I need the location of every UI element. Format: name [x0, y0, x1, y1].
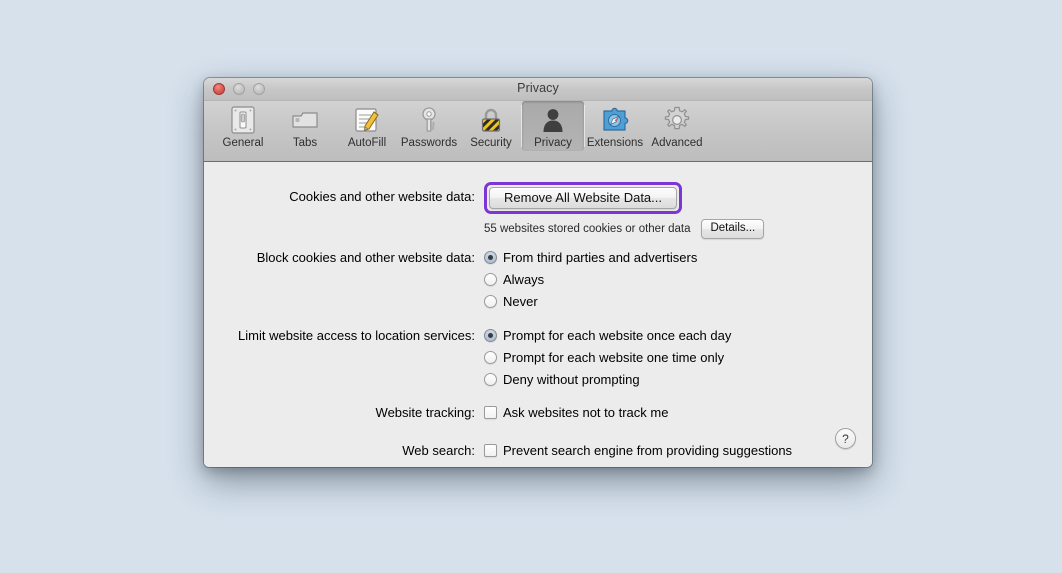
radio-indicator: [484, 350, 497, 364]
block-cookies-radio-group: From third parties and advertisers Alway…: [484, 246, 697, 312]
toolbar-label-passwords: Passwords: [400, 137, 458, 149]
radio-block-always[interactable]: Always: [484, 268, 697, 290]
label-website-tracking: Website tracking:: [375, 405, 475, 420]
preferences-toolbar: General Tabs AutoFill Passwords Security…: [204, 101, 872, 162]
person-icon: [537, 104, 569, 136]
radio-indicator: [484, 250, 497, 264]
toolbar-label-privacy: Privacy: [534, 137, 572, 149]
web-search-controls: Prevent search engine from providing sug…: [484, 439, 792, 461]
toolbar-label-security: Security: [470, 137, 512, 149]
help-button[interactable]: ?: [835, 428, 856, 449]
label-location-services: Limit website access to location service…: [238, 328, 475, 343]
label-web-search: Web search:: [402, 443, 475, 458]
privacy-settings-pane: Cookies and other website data: Remove A…: [204, 162, 872, 467]
toolbar-label-autofill: AutoFill: [347, 137, 387, 149]
pencil-form-icon: [351, 104, 383, 136]
radio-label: Never: [503, 293, 538, 309]
toolbar-item-general[interactable]: General: [212, 101, 274, 151]
label-cookies: Cookies and other website data:: [289, 189, 475, 204]
row-cookies: Cookies and other website data: Remove A…: [236, 182, 765, 239]
toolbar-label-extensions: Extensions: [586, 137, 644, 149]
radio-indicator: [484, 294, 497, 308]
radio-location-once-each-day[interactable]: Prompt for each website once each day: [484, 324, 731, 346]
website-tracking-controls: Ask websites not to track me: [484, 401, 668, 423]
switch-plate-icon: [227, 104, 259, 136]
checkbox-ask-not-to-track[interactable]: Ask websites not to track me: [484, 401, 668, 423]
remove-all-website-data-button[interactable]: Remove All Website Data...: [489, 187, 677, 209]
radio-location-deny[interactable]: Deny without prompting: [484, 368, 731, 390]
cookies-controls: Remove All Website Data... 55 websites s…: [484, 182, 765, 239]
toolbar-item-security[interactable]: Security: [460, 101, 522, 151]
radio-label: Prompt for each website one time only: [503, 349, 725, 365]
radio-indicator: [484, 272, 497, 286]
window-title: Privacy: [517, 81, 559, 95]
preferences-window: Privacy General Tabs AutoFill Passwords …: [204, 78, 872, 467]
radio-label: Deny without prompting: [503, 371, 640, 387]
details-button[interactable]: Details...: [701, 219, 765, 239]
radio-block-never[interactable]: Never: [484, 290, 697, 312]
label-block-cookies: Block cookies and other website data:: [256, 250, 475, 265]
row-website-tracking: Website tracking: Ask websites not to tr…: [236, 401, 669, 423]
radio-indicator: [484, 372, 497, 386]
toolbar-item-advanced[interactable]: Advanced: [646, 101, 708, 151]
toolbar-item-extensions[interactable]: Extensions: [584, 101, 646, 151]
gear-icon: [661, 104, 693, 136]
checkbox-indicator: [484, 443, 497, 457]
toolbar-label-advanced: Advanced: [651, 137, 703, 149]
radio-label: From third parties and advertisers: [503, 249, 698, 265]
radio-block-third-parties[interactable]: From third parties and advertisers: [484, 246, 697, 268]
toolbar-item-privacy[interactable]: Privacy: [521, 101, 585, 151]
radio-label: Prompt for each website once each day: [503, 327, 732, 343]
remove-all-website-data-focus-ring: Remove All Website Data...: [484, 182, 682, 214]
window-titlebar[interactable]: Privacy: [204, 78, 872, 101]
checkbox-label: Ask websites not to track me: [503, 404, 669, 420]
radio-indicator: [484, 328, 497, 342]
radio-location-one-time-only[interactable]: Prompt for each website one time only: [484, 346, 731, 368]
toolbar-item-passwords[interactable]: Passwords: [398, 101, 460, 151]
row-location-services: Limit website access to location service…: [236, 324, 731, 390]
checkbox-label: Prevent search engine from providing sug…: [503, 442, 793, 458]
toolbar-item-tabs[interactable]: Tabs: [274, 101, 336, 151]
key-icon: [413, 104, 445, 136]
cookies-status-text: 55 websites stored cookies or other data: [484, 223, 691, 235]
row-block-cookies: Block cookies and other website data: Fr…: [236, 246, 698, 312]
radio-label: Always: [503, 271, 545, 287]
row-web-search: Web search: Prevent search engine from p…: [236, 439, 792, 461]
tabs-icon: [289, 104, 321, 136]
location-services-radio-group: Prompt for each website once each day Pr…: [484, 324, 731, 390]
toolbar-item-autofill[interactable]: AutoFill: [336, 101, 398, 151]
padlock-icon: [475, 104, 507, 136]
toolbar-label-general: General: [222, 137, 264, 149]
cookies-status-line: 55 websites stored cookies or other data…: [484, 219, 765, 239]
checkbox-prevent-suggestions[interactable]: Prevent search engine from providing sug…: [484, 439, 792, 461]
puzzle-piece-icon: [599, 104, 631, 136]
checkbox-indicator: [484, 405, 497, 419]
toolbar-label-tabs: Tabs: [292, 137, 318, 149]
